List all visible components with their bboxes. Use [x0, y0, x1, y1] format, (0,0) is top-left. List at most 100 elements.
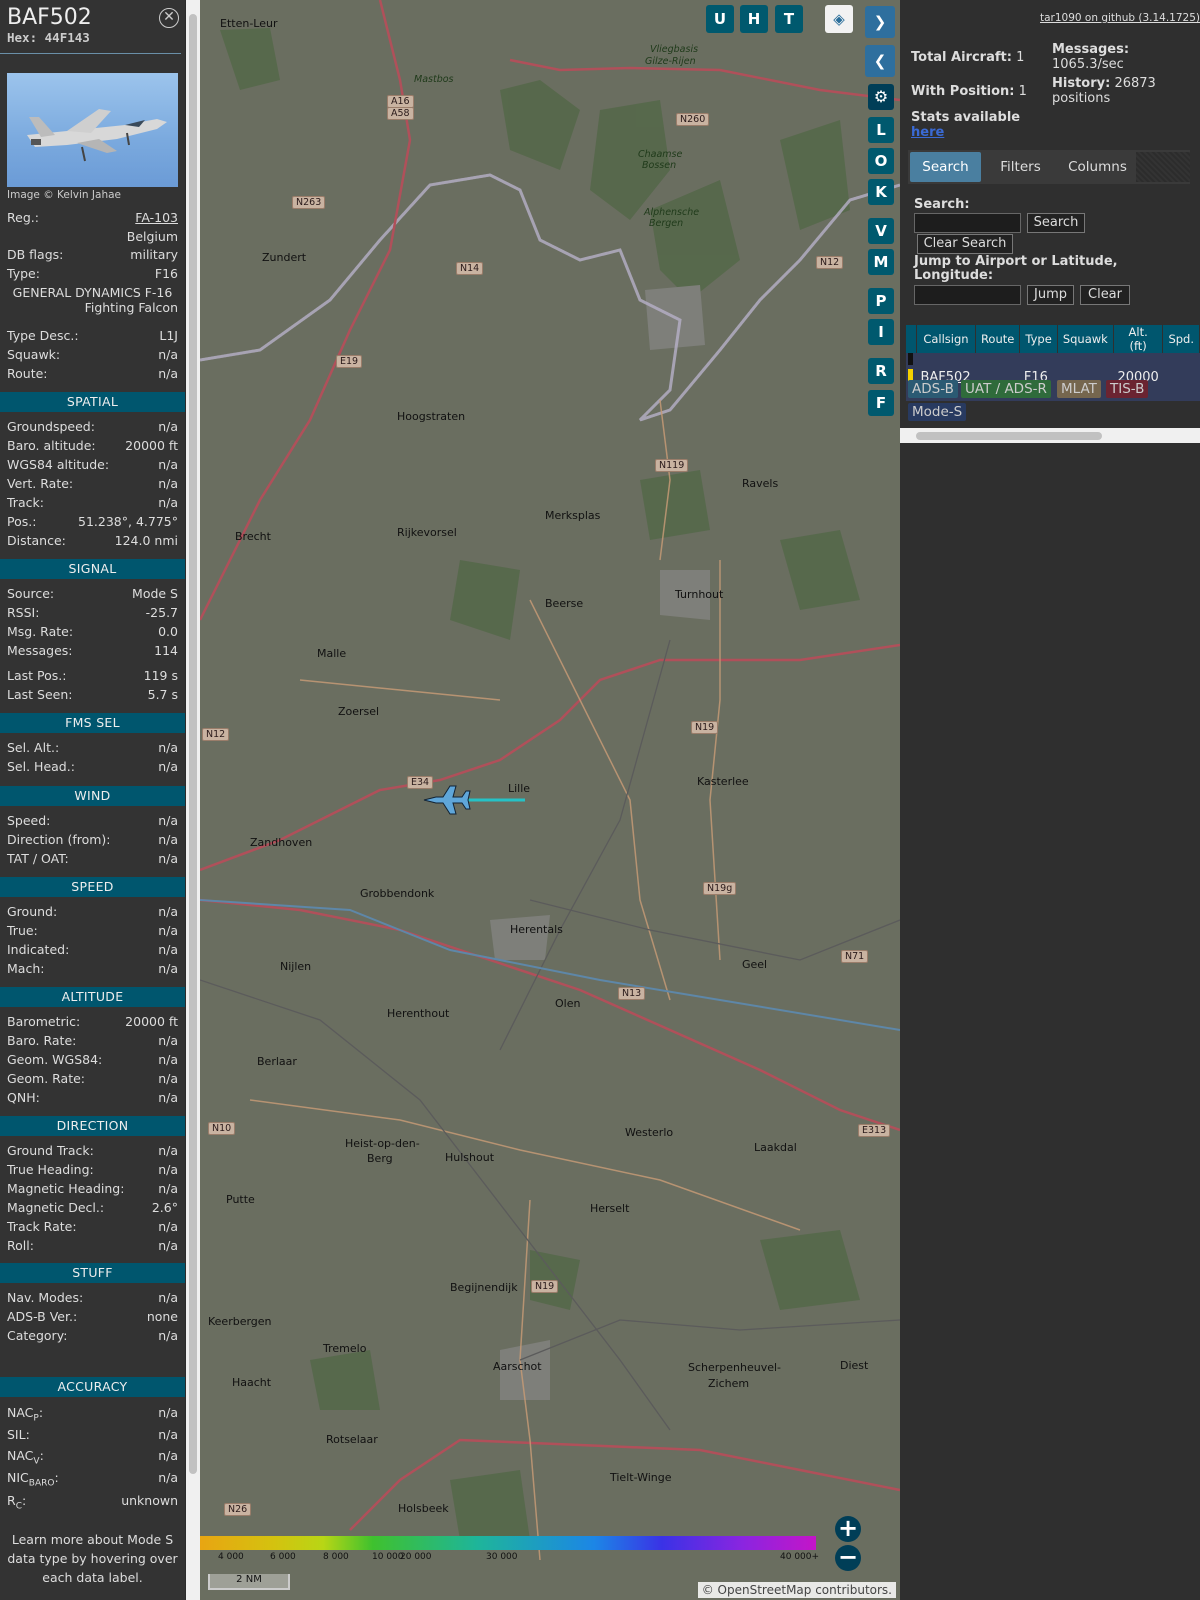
- map-button-k[interactable]: K: [868, 179, 894, 205]
- dbflags-row: DB flags: military: [7, 246, 178, 264]
- map-button-o[interactable]: O: [868, 148, 894, 174]
- source-tisb: TIS-B: [1106, 380, 1149, 398]
- spatial-label[interactable]: Groundspeed:: [7, 418, 95, 436]
- signal-label[interactable]: Last Seen:: [7, 686, 72, 704]
- map-button-i[interactable]: I: [868, 319, 894, 345]
- map[interactable]: Etten-Leur Zundert Hoogstraten Brecht Rijkev…: [200, 0, 900, 1600]
- direction-label[interactable]: Roll:: [7, 1237, 34, 1255]
- column-header[interactable]: Squawk: [1057, 325, 1114, 353]
- tab-search[interactable]: Search: [910, 152, 981, 182]
- signal-label[interactable]: Source:: [7, 585, 54, 603]
- fms-label[interactable]: Sel. Head.:: [7, 758, 75, 776]
- speed-value: n/a: [158, 961, 178, 976]
- jump-input[interactable]: [914, 285, 1021, 305]
- github-link[interactable]: tar1090 on github (3.14.1725): [1040, 12, 1200, 24]
- spatial-label[interactable]: Distance:: [7, 532, 66, 550]
- accuracy-label[interactable]: SIL:: [7, 1427, 30, 1442]
- direction-label[interactable]: True Heading:: [7, 1161, 94, 1179]
- reg-link[interactable]: FA-103: [135, 209, 178, 227]
- altitude-label[interactable]: QNH:: [7, 1089, 40, 1107]
- stuff-label[interactable]: Category:: [7, 1327, 67, 1345]
- accuracy-label[interactable]: R: [7, 1493, 16, 1508]
- speed-label[interactable]: True:: [7, 922, 38, 940]
- altitude-label[interactable]: Geom. Rate:: [7, 1070, 85, 1088]
- road-shield: N10: [208, 1122, 236, 1135]
- altitude-row: Geom. WGS84: n/a: [7, 1051, 178, 1069]
- accuracy-label[interactable]: NAC: [7, 1448, 33, 1463]
- accuracy-label[interactable]: NIC: [7, 1470, 29, 1485]
- type-label: Type:: [7, 266, 40, 281]
- column-header[interactable]: [906, 325, 917, 353]
- stuff-label[interactable]: Nav. Modes:: [7, 1289, 83, 1307]
- table-horizontal-scrollbar-thumb[interactable]: [916, 432, 1102, 440]
- layers-icon[interactable]: ◈: [825, 5, 853, 33]
- hex-label: Hex:: [7, 30, 38, 45]
- jump-button[interactable]: Jump: [1027, 285, 1074, 305]
- map-button-f[interactable]: F: [868, 390, 894, 416]
- gear-icon[interactable]: ⚙: [868, 84, 894, 110]
- altitude-label[interactable]: Geom. WGS84:: [7, 1051, 102, 1069]
- jump-label: Jump to Airport or Latitude, Longitude:: [914, 254, 1118, 283]
- clear-button[interactable]: Clear: [1080, 285, 1130, 305]
- aircraft-info-panel: BAF502 Hex: 44F143 ✕ Image © Kelvin Jaha…: [0, 0, 185, 1600]
- spatial-label[interactable]: Track:: [7, 494, 44, 512]
- road-shield: N19: [531, 1280, 559, 1293]
- clear-search-button[interactable]: Clear Search: [917, 234, 1013, 254]
- map-button-u[interactable]: U: [706, 5, 734, 33]
- spatial-label[interactable]: Vert. Rate:: [7, 475, 73, 493]
- wind-label[interactable]: Direction (from):: [7, 831, 111, 849]
- spatial-row: Distance: 124.0 nmi: [7, 532, 178, 550]
- map-button-v[interactable]: V: [868, 218, 894, 244]
- map-button-t[interactable]: T: [775, 5, 803, 33]
- accuracy-label[interactable]: NAC: [7, 1405, 33, 1420]
- direction-label[interactable]: Track Rate:: [7, 1218, 77, 1236]
- tab-filters[interactable]: Filters: [983, 152, 1058, 182]
- stats-link[interactable]: here: [911, 125, 944, 140]
- altitude-label[interactable]: Baro. Rate:: [7, 1032, 76, 1050]
- speed-label[interactable]: Indicated:: [7, 941, 69, 959]
- spatial-label[interactable]: Baro. altitude:: [7, 437, 96, 455]
- chevron-right-icon[interactable]: ❯: [865, 6, 895, 38]
- tab-columns[interactable]: Columns: [1060, 152, 1135, 182]
- search-button[interactable]: Search: [1027, 213, 1085, 233]
- column-header[interactable]: Callsign: [916, 325, 976, 353]
- column-header[interactable]: Alt. (ft): [1113, 325, 1164, 353]
- speed-label[interactable]: Ground:: [7, 903, 57, 921]
- aircraft-photo[interactable]: [7, 73, 178, 187]
- section-altitude-header: ALTITUDE: [0, 987, 185, 1007]
- map-button-m[interactable]: M: [868, 249, 894, 275]
- signal-label[interactable]: Messages:: [7, 642, 73, 660]
- chevron-left-icon[interactable]: ❮: [865, 45, 895, 77]
- stuff-label[interactable]: ADS-B Ver.:: [7, 1308, 77, 1326]
- search-input[interactable]: [914, 213, 1021, 233]
- map-button-h[interactable]: H: [740, 5, 768, 33]
- map-place-label: Grobbendonk: [360, 887, 435, 900]
- fms-label[interactable]: Sel. Alt.:: [7, 739, 59, 757]
- altitude-label[interactable]: Barometric:: [7, 1013, 80, 1031]
- column-header[interactable]: Spd.: [1162, 325, 1200, 353]
- map-button-l[interactable]: L: [868, 117, 894, 143]
- map-button-r[interactable]: R: [868, 358, 894, 384]
- zoom-out-button[interactable]: −: [835, 1545, 861, 1571]
- section-fms-header: FMS SEL: [0, 713, 185, 733]
- map-button-p[interactable]: P: [868, 288, 894, 314]
- signal-label[interactable]: Msg. Rate:: [7, 623, 73, 641]
- speed-label[interactable]: Mach:: [7, 960, 44, 978]
- column-header[interactable]: Route: [975, 325, 1021, 353]
- info-header: BAF502 Hex: 44F143: [0, 0, 181, 54]
- spatial-label[interactable]: WGS84 altitude:: [7, 456, 109, 474]
- direction-label[interactable]: Magnetic Decl.:: [7, 1199, 104, 1217]
- wind-label[interactable]: Speed:: [7, 812, 50, 830]
- spatial-label[interactable]: Pos.:: [7, 513, 36, 531]
- spatial-row: Track: n/a: [7, 494, 178, 512]
- signal-label[interactable]: Last Pos.:: [7, 667, 66, 685]
- column-header[interactable]: Type: [1019, 325, 1058, 353]
- info-panel-scrollbar-thumb[interactable]: [189, 14, 197, 1474]
- direction-label[interactable]: Magnetic Heading:: [7, 1180, 124, 1198]
- wind-label[interactable]: TAT / OAT:: [7, 850, 69, 868]
- close-icon[interactable]: ✕: [159, 8, 179, 28]
- zoom-in-button[interactable]: +: [835, 1516, 861, 1542]
- squawk-value: n/a: [158, 347, 178, 362]
- signal-label[interactable]: RSSI:: [7, 604, 39, 622]
- direction-label[interactable]: Ground Track:: [7, 1142, 94, 1160]
